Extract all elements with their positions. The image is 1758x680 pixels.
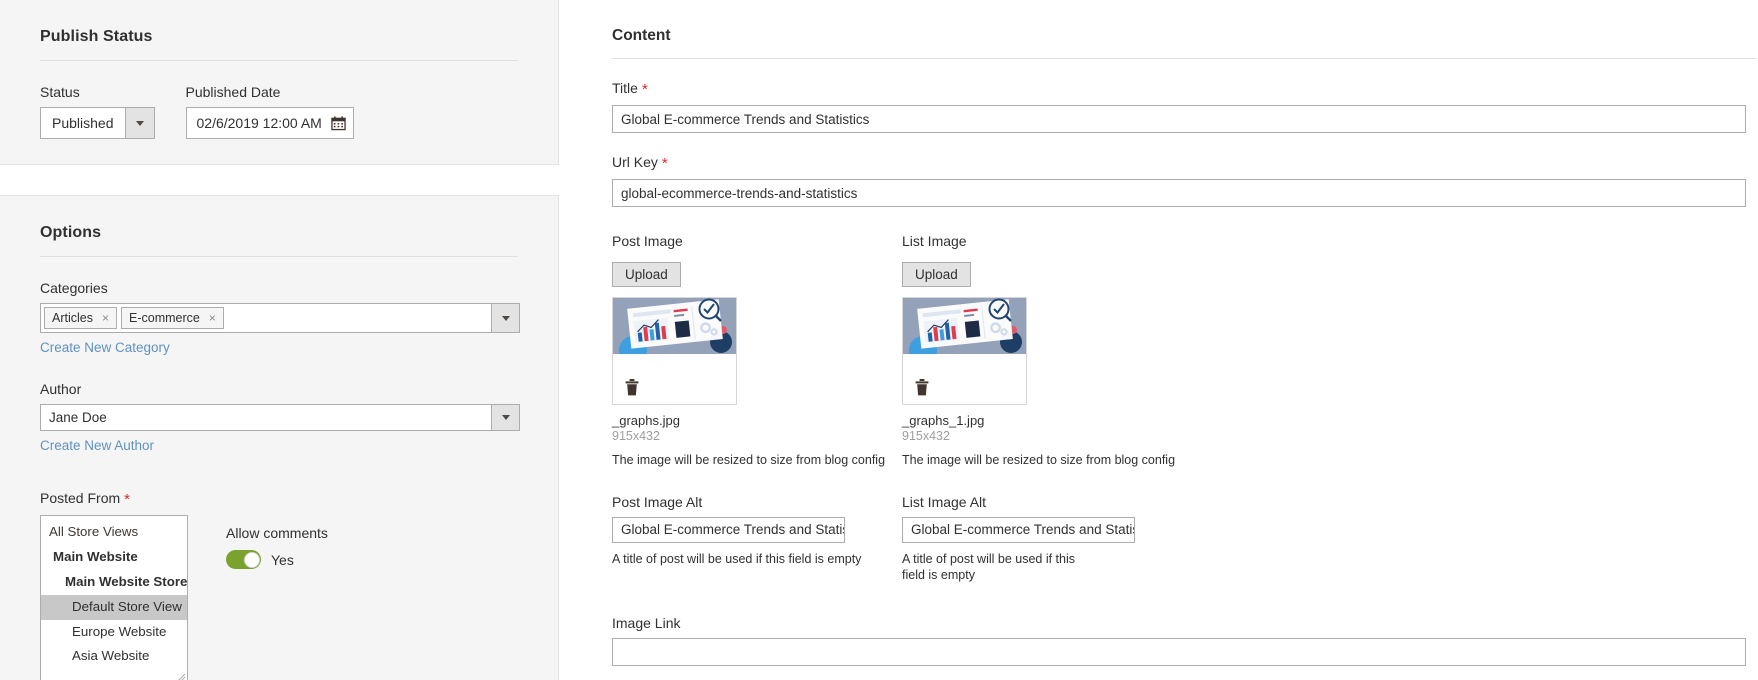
- image-link-label: Image Link: [612, 615, 681, 631]
- left-column: Publish Status Status Published Publishe…: [0, 0, 559, 680]
- images-row: Post Image Upload _graphs.jpg 915x432 Th…: [612, 233, 1756, 469]
- published-date-field: Published Date 02/6/2019 12:00 AM: [185, 84, 354, 139]
- list-image-dimensions: 915x432: [902, 429, 950, 443]
- store-view-option-asia[interactable]: Asia Website: [41, 644, 187, 669]
- create-new-author-link[interactable]: Create New Author: [40, 438, 154, 453]
- required-marker: *: [661, 155, 668, 172]
- published-date-value: 02/6/2019 12:00 AM: [196, 115, 322, 131]
- store-view-option-default[interactable]: Default Store View: [41, 594, 187, 620]
- categories-chips: Articles × E-commerce ×: [41, 304, 491, 332]
- calendar-icon[interactable]: [330, 116, 346, 131]
- posted-from-listbox[interactable]: All Store Views Main Website Main Websit…: [40, 515, 188, 680]
- categories-multiselect[interactable]: Articles × E-commerce ×: [40, 303, 520, 333]
- post-image-hint: The image will be resized to size from b…: [612, 453, 886, 467]
- required-marker: *: [124, 491, 130, 508]
- author-select-value: Jane Doe: [49, 410, 107, 425]
- list-image-alt-label: List Image Alt: [902, 493, 987, 510]
- category-chip[interactable]: Articles ×: [44, 307, 117, 329]
- list-image-field: List Image Upload _graphs_1.jpg 915x432 …: [902, 233, 1192, 469]
- posted-from-label-text: Posted From: [40, 490, 121, 506]
- list-image-alt-input[interactable]: Global E-commerce Trends and Statisti: [902, 516, 1135, 543]
- store-view-option-website[interactable]: Main Website: [41, 545, 187, 570]
- category-chip-label: E-commerce: [129, 311, 200, 325]
- post-image-label: Post Image: [612, 233, 683, 249]
- create-new-category-link[interactable]: Create New Category: [40, 340, 170, 355]
- post-image-alt-hint: A title of post will be used if this fie…: [612, 551, 862, 566]
- title-input[interactable]: Global E-commerce Trends and Statistics: [612, 105, 1746, 133]
- post-image-alt-field: Post Image Alt Global E-commerce Trends …: [612, 494, 902, 585]
- author-label: Author: [40, 381, 82, 397]
- list-image-alt-field: List Image Alt Global E-commerce Trends …: [902, 494, 1192, 585]
- chevron-down-icon[interactable]: [491, 405, 519, 430]
- chevron-down-icon[interactable]: [124, 108, 154, 138]
- list-image-hint: The image will be resized to size from b…: [902, 453, 1176, 467]
- blog-post-edit-page: Publish Status Status Published Publishe…: [0, 0, 1758, 680]
- trash-icon[interactable]: [625, 379, 639, 396]
- trash-icon[interactable]: [915, 379, 929, 396]
- list-image-label: List Image: [902, 233, 967, 249]
- store-view-option-all[interactable]: All Store Views: [41, 520, 187, 545]
- allow-comments-state: Yes: [271, 551, 294, 568]
- posted-from-field: Posted From * All Store Views Main Websit…: [40, 490, 188, 680]
- status-label: Status: [40, 84, 80, 100]
- allow-comments-field: Allow comments Yes: [226, 525, 328, 569]
- author-select[interactable]: Jane Doe: [40, 404, 520, 431]
- alt-fields-row: Post Image Alt Global E-commerce Trends …: [612, 494, 1756, 585]
- url-key-label: Url Key *: [612, 154, 1756, 172]
- options-panel: Options Categories Articles × E-commerce: [0, 195, 559, 680]
- store-view-option-store[interactable]: Main Website Store: [41, 570, 187, 595]
- posted-from-label: Posted From *: [40, 490, 188, 508]
- url-key-input[interactable]: global-ecommerce-trends-and-statistics: [612, 179, 1746, 207]
- post-image-file-name: _graphs.jpg: [612, 413, 680, 428]
- image-link-field: Image Link: [612, 615, 1756, 666]
- store-view-option-europe[interactable]: Europe Website: [41, 620, 187, 645]
- required-marker: *: [641, 81, 648, 98]
- list-image-file-name: _graphs_1.jpg: [902, 413, 985, 428]
- status-field: Status Published: [40, 84, 155, 139]
- category-chip-label: Articles: [52, 311, 93, 325]
- status-select[interactable]: Published: [40, 107, 155, 139]
- published-date-input[interactable]: 02/6/2019 12:00 AM: [185, 107, 354, 139]
- published-date-label: Published Date: [185, 84, 281, 100]
- post-image-alt-input[interactable]: Global E-commerce Trends and Statistic: [612, 516, 845, 543]
- content-heading: Content: [612, 0, 1756, 59]
- list-image-upload-button[interactable]: Upload: [902, 262, 971, 287]
- list-image-thumbnail: [903, 298, 1026, 354]
- chevron-down-icon[interactable]: [491, 304, 519, 332]
- post-image-field: Post Image Upload _graphs.jpg 915x432 Th…: [612, 233, 902, 469]
- allow-comments-toggle[interactable]: [226, 550, 261, 569]
- categories-label: Categories: [40, 280, 108, 296]
- url-key-field: Url Key * global-ecommerce-trends-and-sta…: [612, 154, 1756, 207]
- publish-status-panel: Publish Status Status Published Publishe…: [0, 0, 559, 165]
- content-column: Content Title * Global E-commerce Trends …: [612, 0, 1758, 666]
- close-icon[interactable]: ×: [209, 312, 216, 324]
- post-image-thumbnail-card[interactable]: [612, 297, 737, 405]
- author-field: Author Jane Doe Create New Author: [40, 381, 520, 455]
- list-image-alt-hint: A title of post will be used if this fie…: [902, 551, 1076, 583]
- close-icon[interactable]: ×: [102, 312, 109, 324]
- categories-field: Categories Articles × E-commerce × Creat…: [40, 280, 520, 357]
- image-link-input[interactable]: [612, 638, 1746, 666]
- post-image-alt-label: Post Image Alt: [612, 493, 703, 510]
- post-image-thumbnail: [613, 298, 736, 354]
- publish-status-heading: Publish Status: [40, 0, 518, 61]
- post-image-dimensions: 915x432: [612, 429, 660, 443]
- post-image-upload-button[interactable]: Upload: [612, 262, 681, 287]
- url-key-label-text: Url Key: [612, 154, 658, 170]
- category-chip[interactable]: E-commerce ×: [121, 307, 224, 329]
- allow-comments-label: Allow comments: [226, 525, 328, 541]
- status-select-value: Published: [41, 108, 125, 138]
- title-field: Title * Global E-commerce Trends and Stat…: [612, 80, 1756, 133]
- options-heading: Options: [40, 196, 518, 257]
- list-image-thumbnail-card[interactable]: [902, 297, 1027, 405]
- title-label: Title *: [612, 80, 1756, 98]
- title-label-text: Title: [612, 80, 638, 96]
